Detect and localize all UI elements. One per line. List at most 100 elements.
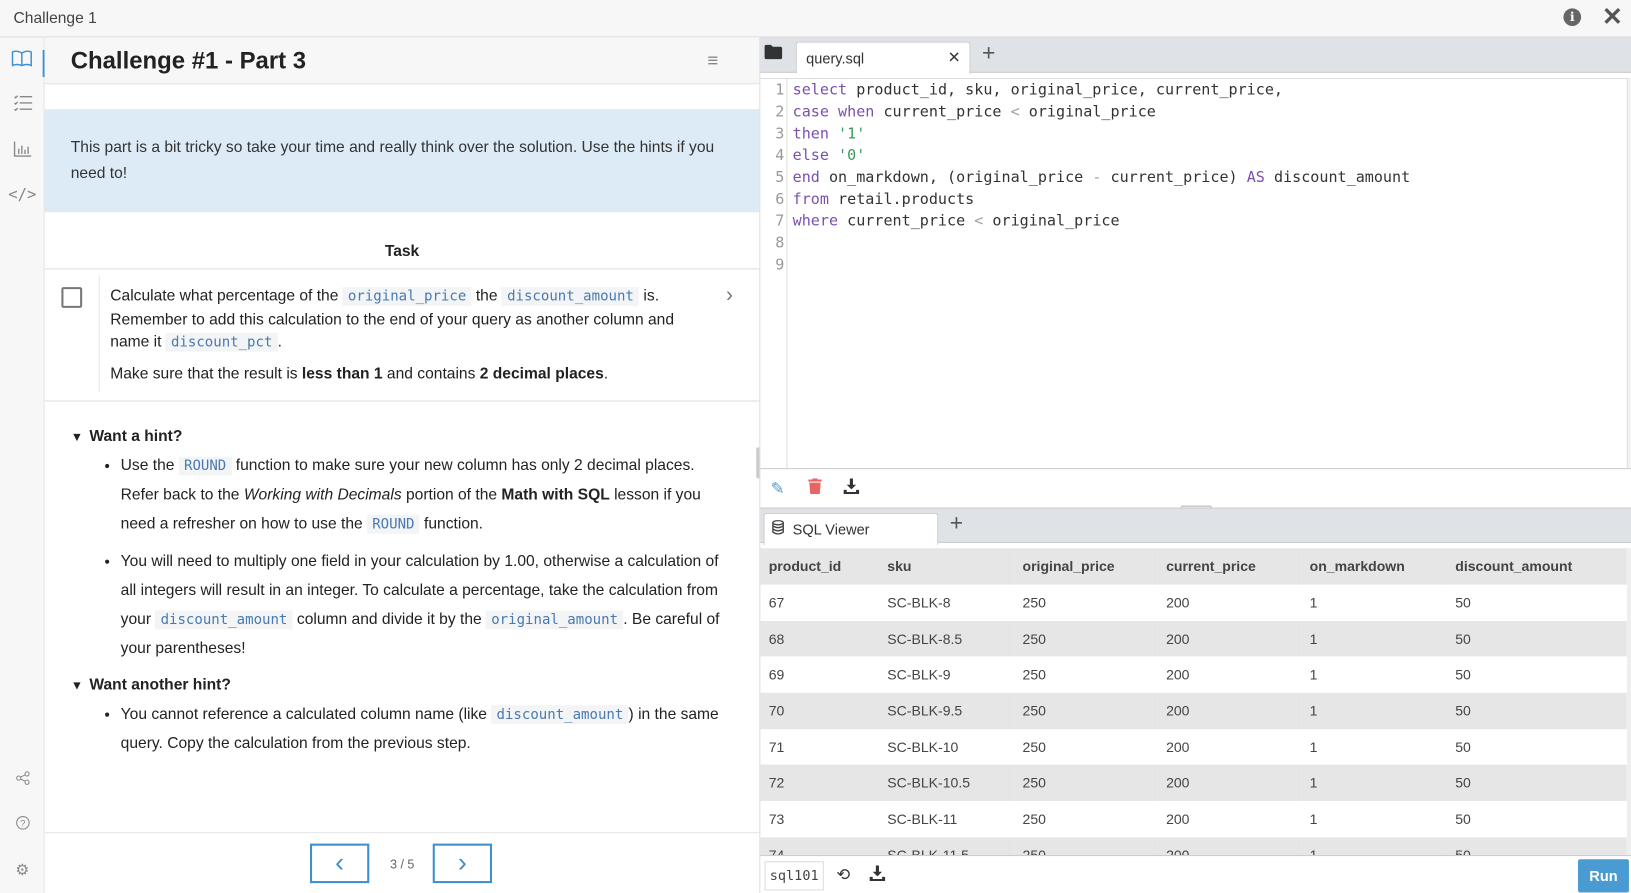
column-header[interactable]: original_price	[1014, 548, 1158, 585]
close-tab-icon[interactable]: ✕	[948, 48, 961, 67]
table-cell: 1	[1309, 594, 1318, 611]
results-table: product_id sku original_price current_price…	[760, 548, 1627, 856]
code-token: case	[792, 104, 829, 121]
code-token: original_price	[983, 213, 1120, 230]
prev-button[interactable]: ‹	[309, 843, 370, 884]
sql-workspace: query.sql ✕ + 1 2 3 4 5 6 7 8 9 select p…	[759, 37, 1631, 893]
hint-toggle[interactable]: ▼ Want a hint?	[71, 428, 747, 446]
title-bar: Challenge 1 i ✕	[0, 0, 1631, 38]
history-icon[interactable]: ⟲	[836, 864, 850, 885]
bold-text: 2 decimal places	[479, 364, 604, 383]
download-icon[interactable]	[843, 478, 860, 499]
table-header-row: product_id sku original_price current_price…	[760, 548, 1627, 585]
line-number: 5	[775, 169, 785, 187]
code-token: product_id, sku, original_price, current…	[856, 82, 1284, 99]
close-icon[interactable]: ✕	[1602, 2, 1623, 32]
menu-icon[interactable]: ≡	[707, 50, 718, 72]
text: column and divide it by the	[292, 610, 487, 629]
text: Make sure that the result is	[110, 364, 302, 383]
table-cell: 1	[1301, 620, 1447, 657]
run-button[interactable]: Run	[1577, 859, 1629, 893]
code-token: then	[792, 125, 829, 143]
table-row: 73 SC-BLK-11 250 200 1 50	[760, 801, 1626, 837]
table-cell: 200	[1157, 765, 1302, 802]
next-button[interactable]: ›	[432, 843, 493, 884]
chevron-right-icon[interactable]: ›	[726, 284, 733, 308]
code-token: '0'	[838, 147, 866, 165]
inline-code: discount_pct	[165, 332, 278, 352]
table-cell: 1	[1309, 739, 1318, 755]
folder-icon[interactable]	[764, 44, 783, 64]
table-cell: 1	[1301, 692, 1447, 729]
book-icon[interactable]	[0, 49, 45, 77]
pencil-icon[interactable]: ✎	[771, 478, 785, 499]
inline-code: discount_amount	[501, 287, 640, 306]
bold-text: less than 1	[301, 364, 383, 383]
divider	[98, 275, 100, 393]
code-token: on_markdown, (original_price	[819, 169, 1093, 187]
help-icon[interactable]: ?	[0, 816, 45, 835]
table-cell: 200	[1157, 620, 1302, 657]
add-tab-icon[interactable]: +	[950, 510, 963, 537]
database-icon	[772, 519, 784, 538]
table-row: 70 SC-BLK-9.5 250 200 1 50	[760, 692, 1627, 729]
code-token: discount_amount	[1264, 169, 1411, 187]
hint-item: You will need to multiply one field in y…	[121, 547, 747, 664]
tab-sql-viewer[interactable]: SQL Viewer	[763, 512, 939, 546]
line-number: 4	[775, 147, 785, 165]
column-header[interactable]: on_markdown	[1301, 548, 1447, 585]
code-token: else	[792, 147, 829, 165]
table-cell: 200	[1157, 837, 1302, 856]
settings-gear-icon[interactable]: ⚙	[0, 860, 45, 879]
code-line: select product_id, sku, original_price, …	[793, 82, 1283, 99]
column-header[interactable]: discount_amount	[1446, 548, 1627, 585]
text: and contains	[382, 364, 480, 383]
table-cell: SC-BLK-8.5	[878, 620, 1015, 657]
line-number: 7	[775, 213, 785, 230]
table-cell: 200	[1166, 594, 1190, 611]
table-scrollbar[interactable]	[1626, 548, 1631, 856]
table-row: 72 SC-BLK-10.5 250 200 1 50	[760, 765, 1627, 802]
share-icon[interactable]	[0, 771, 45, 790]
checklist-icon[interactable]	[0, 95, 45, 116]
database-selector[interactable]: sql101	[764, 861, 824, 891]
table-row: 71 SC-BLK-10 250 200 1 50	[760, 729, 1626, 765]
download-icon[interactable]	[869, 865, 886, 886]
code-editor[interactable]: 1 2 3 4 5 6 7 8 9 select product_id, sku…	[760, 78, 1627, 470]
table-cell: 69	[768, 666, 785, 683]
text: Use the	[120, 456, 179, 475]
table-cell: 73	[768, 811, 785, 827]
table-row: 69 SC-BLK-9 250 200 1 50	[760, 657, 1626, 693]
task-heading: Task	[44, 234, 760, 270]
table-cell: 200	[1166, 666, 1190, 683]
tab-query-sql[interactable]: query.sql ✕	[795, 41, 971, 74]
line-number: 9	[775, 256, 785, 274]
info-icon[interactable]: i	[1563, 8, 1582, 27]
code-icon[interactable]: </>	[0, 185, 45, 204]
table-cell: 250	[1014, 837, 1158, 856]
hint-title: Want a hint?	[89, 427, 183, 446]
task-checkbox[interactable]	[61, 287, 83, 308]
table-cell: 1	[1301, 837, 1447, 856]
text: portion of the	[401, 485, 502, 504]
add-tab-icon[interactable]: +	[982, 40, 995, 67]
table-cell: 1	[1301, 765, 1447, 802]
table-cell: 250	[1014, 692, 1158, 729]
table-cell: 250	[1022, 811, 1046, 827]
table-cell: 200	[1166, 739, 1190, 755]
code-line: from retail.products	[793, 191, 975, 208]
hint-toggle[interactable]: ▼ Want another hint?	[71, 676, 747, 694]
editor-scrollbar[interactable]	[1626, 78, 1631, 469]
code-token: retail.products	[828, 191, 975, 209]
column-header[interactable]: current_price	[1157, 548, 1302, 585]
text: You cannot reference a calculated column…	[120, 705, 492, 723]
hints-section: ▼ Want a hint? Use the ROUND function to …	[71, 428, 747, 767]
table-row: 67 SC-BLK-8 250 200 1 50	[760, 585, 1626, 621]
trash-icon[interactable]	[808, 478, 822, 499]
column-header[interactable]: sku	[878, 548, 1015, 585]
chart-icon[interactable]	[0, 140, 45, 161]
column-header[interactable]: product_id	[760, 548, 879, 585]
